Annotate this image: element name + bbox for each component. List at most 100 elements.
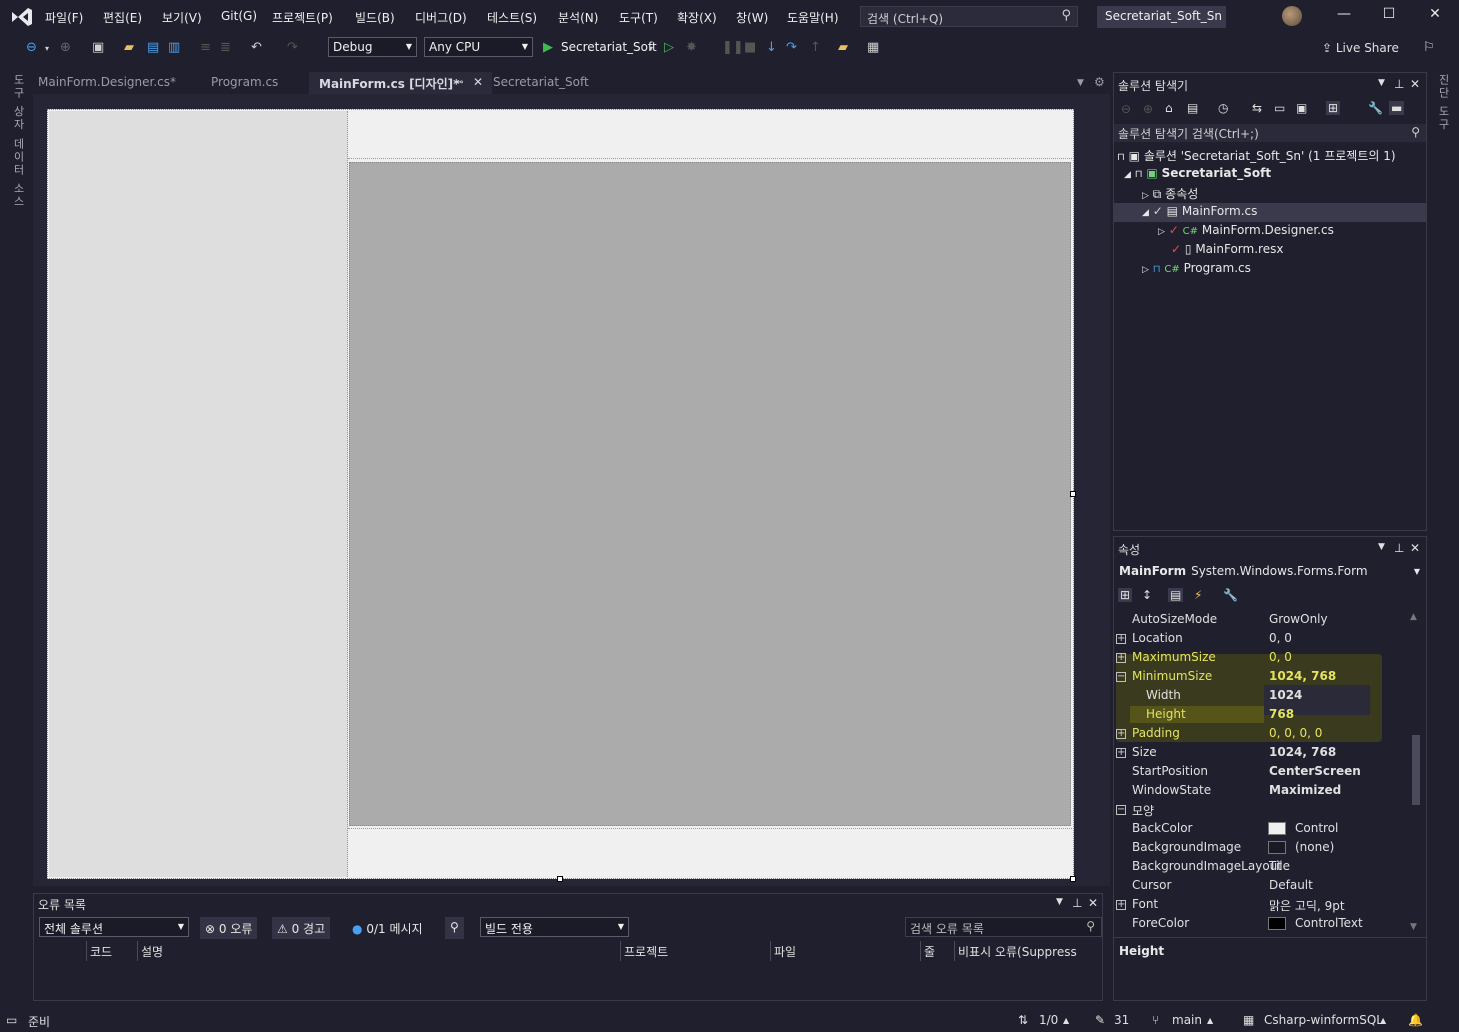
tree-item-program-cs[interactable]: ▷ ⊓ C# Program.cs <box>1142 261 1251 280</box>
tree-item-solution[interactable]: ⊓ ▣ 솔루션 'Secretariat_Soft_Sn' (1 프로젝트의 1… <box>1117 147 1396 166</box>
menu-analyze[interactable]: 분석(N) <box>558 9 598 26</box>
property-name[interactable]: BackColor <box>1132 821 1192 835</box>
uncomment-icon[interactable]: ≣ <box>220 40 231 55</box>
tree-item-mainform-cs[interactable]: ◢ ✓ ▤ MainForm.cs <box>1142 204 1257 223</box>
expand-icon[interactable]: + <box>1116 748 1126 758</box>
property-name[interactable]: Size <box>1132 745 1157 759</box>
notification-bell-icon[interactable]: 🔔 <box>1408 1013 1423 1027</box>
pin-icon[interactable]: ⊥ <box>1072 896 1082 910</box>
left-panel-control[interactable] <box>49 111 348 877</box>
property-name[interactable]: Cursor <box>1132 878 1171 892</box>
properties-view-icon[interactable]: ▤ <box>1168 588 1184 602</box>
tree-item-project[interactable]: ◢ ⊓ ▣ Secretariat_Soft <box>1124 166 1271 185</box>
menu-debug[interactable]: 디버그(D) <box>415 9 467 26</box>
object-selector-dropdown[interactable]: MainForm System.Windows.Forms.Form ▼ <box>1114 561 1426 581</box>
datasource-tab[interactable]: 데이터 소스 <box>10 138 26 209</box>
run-without-debug-icon[interactable]: ▷ <box>664 40 674 55</box>
tab-secretariat-soft[interactable]: Secretariat_Soft <box>493 75 589 89</box>
pin-tab-icon[interactable]: ⊸ <box>455 77 463 88</box>
resize-handle-right[interactable] <box>1070 491 1076 497</box>
pin-icon[interactable]: ⊥ <box>1394 77 1404 91</box>
feedback-icon[interactable]: ⚐ <box>1423 40 1435 55</box>
column-file[interactable]: 파일 <box>774 943 796 960</box>
undo-icon[interactable]: ↶ <box>251 40 262 55</box>
expand-icon[interactable]: + <box>1116 900 1126 910</box>
property-name[interactable]: AutoSizeMode <box>1132 612 1217 626</box>
column-suppression[interactable]: 비표시 오류(Suppress <box>958 943 1077 960</box>
column-code[interactable]: 코드 <box>90 943 112 960</box>
global-search-input[interactable]: 검색 (Ctrl+Q) ⚲ <box>860 6 1078 27</box>
back-icon[interactable]: ⊖ <box>1121 102 1131 116</box>
switch-view-icon[interactable]: ▤ <box>1187 101 1198 115</box>
platform-dropdown[interactable]: Any CPU ▼ <box>424 37 533 57</box>
alphabetical-icon[interactable]: ↕ <box>1142 588 1152 602</box>
categorized-icon[interactable]: ⊞ <box>1118 588 1133 602</box>
property-name[interactable]: MaximumSize <box>1132 650 1216 664</box>
column-project[interactable]: 프로젝트 <box>624 943 668 960</box>
properties-wrench-icon[interactable]: 🔧 <box>1368 101 1383 115</box>
property-name[interactable]: StartPosition <box>1132 764 1208 778</box>
resize-handle-corner[interactable] <box>1070 876 1076 882</box>
property-value[interactable]: Tile <box>1269 859 1290 873</box>
sync-icon[interactable]: ⇆ <box>1252 101 1262 115</box>
history-icon[interactable]: ◷ <box>1218 101 1228 115</box>
tab-program-cs[interactable]: Program.cs <box>211 75 278 89</box>
tab-mainform-designer-cs[interactable]: MainForm.Designer.cs* <box>38 75 176 89</box>
property-value[interactable]: Control <box>1295 821 1338 835</box>
events-icon[interactable]: ⚡ <box>1194 588 1202 602</box>
messages-filter-button[interactable]: ● 0/1 메시지 <box>347 917 428 939</box>
close-icon[interactable]: ✕ <box>1088 896 1098 910</box>
repository-name[interactable]: Csharp-winformSQL <box>1264 1013 1383 1027</box>
filter-pending-icon[interactable]: ⊞ <box>1326 101 1341 115</box>
redo-icon[interactable]: ↷ <box>287 40 298 55</box>
gear-icon[interactable]: ⚙ <box>1094 75 1105 89</box>
expand-icon[interactable]: + <box>1116 634 1126 644</box>
errors-filter-button[interactable]: ⊗ 0 오류 <box>200 917 258 939</box>
branch-name[interactable]: main <box>1172 1013 1202 1027</box>
chevron-up-icon[interactable]: ▲ <box>1380 1016 1386 1025</box>
menu-project[interactable]: 프로젝트(P) <box>272 9 333 26</box>
collapse-icon[interactable]: − <box>1116 672 1126 682</box>
menu-test[interactable]: 테스트(S) <box>487 9 537 26</box>
solution-folder-icon[interactable]: ▰ <box>838 40 848 55</box>
property-name[interactable]: BackgroundImageLayout <box>1132 859 1282 873</box>
close-icon[interactable]: ✕ <box>1420 6 1450 28</box>
column-line[interactable]: 줄 <box>924 943 935 960</box>
resize-handle-bottom[interactable] <box>557 876 563 882</box>
property-value[interactable]: 0, 0 <box>1269 631 1292 645</box>
property-category[interactable]: 모양 <box>1132 802 1154 819</box>
build-filter-dropdown[interactable]: 빌드 전용 ▼ <box>480 917 629 937</box>
menu-tools[interactable]: 도구(T) <box>619 9 658 26</box>
bottom-panel-control[interactable] <box>348 828 1072 877</box>
branch-icon[interactable]: ⑂ <box>1152 1013 1159 1027</box>
menu-view[interactable]: 보기(V) <box>162 9 202 26</box>
property-pages-icon[interactable]: 🔧 <box>1223 588 1238 602</box>
save-icon[interactable]: ▤ <box>147 40 159 55</box>
property-name[interactable]: Location <box>1132 631 1183 645</box>
home-icon[interactable]: ⌂ <box>1165 101 1173 115</box>
property-value[interactable]: 0, 0, 0, 0 <box>1269 726 1322 740</box>
close-tab-icon[interactable]: ✕ <box>473 75 483 89</box>
live-share-button[interactable]: ⇪ Live Share <box>1322 41 1399 55</box>
collapse-icon[interactable]: − <box>1116 805 1126 815</box>
pending-changes-count[interactable]: 31 <box>1114 1013 1129 1027</box>
property-name[interactable]: BackgroundImage <box>1132 840 1241 854</box>
property-value[interactable]: 0, 0 <box>1269 650 1292 664</box>
expand-icon[interactable]: + <box>1116 729 1126 739</box>
property-value[interactable]: 1024, 768 <box>1269 745 1336 759</box>
menu-edit[interactable]: 편집(E) <box>103 9 142 26</box>
tab-mainform-design[interactable]: MainForm.cs [디자인]* <box>319 75 459 92</box>
close-icon[interactable]: ✕ <box>1410 77 1420 91</box>
solution-explorer-search-input[interactable]: 솔루션 탐색기 검색(Ctrl+;) ⚲ <box>1114 124 1426 142</box>
step-out-icon[interactable]: ↑ <box>810 40 821 55</box>
property-name[interactable]: MinimumSize <box>1132 669 1212 683</box>
hot-reload-icon[interactable]: ✸ <box>686 40 697 55</box>
property-value[interactable]: 768 <box>1269 707 1294 721</box>
property-value[interactable]: (none) <box>1295 840 1334 854</box>
property-value[interactable]: 1024, 768 <box>1269 669 1336 683</box>
layout-icon[interactable]: ▦ <box>867 40 879 55</box>
tree-item-mainform-designer-cs[interactable]: ▷ ✓ C# MainForm.Designer.cs <box>1158 223 1334 242</box>
visual-studio-logo-icon[interactable] <box>10 6 34 28</box>
menu-extensions[interactable]: 확장(X) <box>677 9 717 26</box>
pin-icon[interactable]: ⊥ <box>1394 541 1404 555</box>
